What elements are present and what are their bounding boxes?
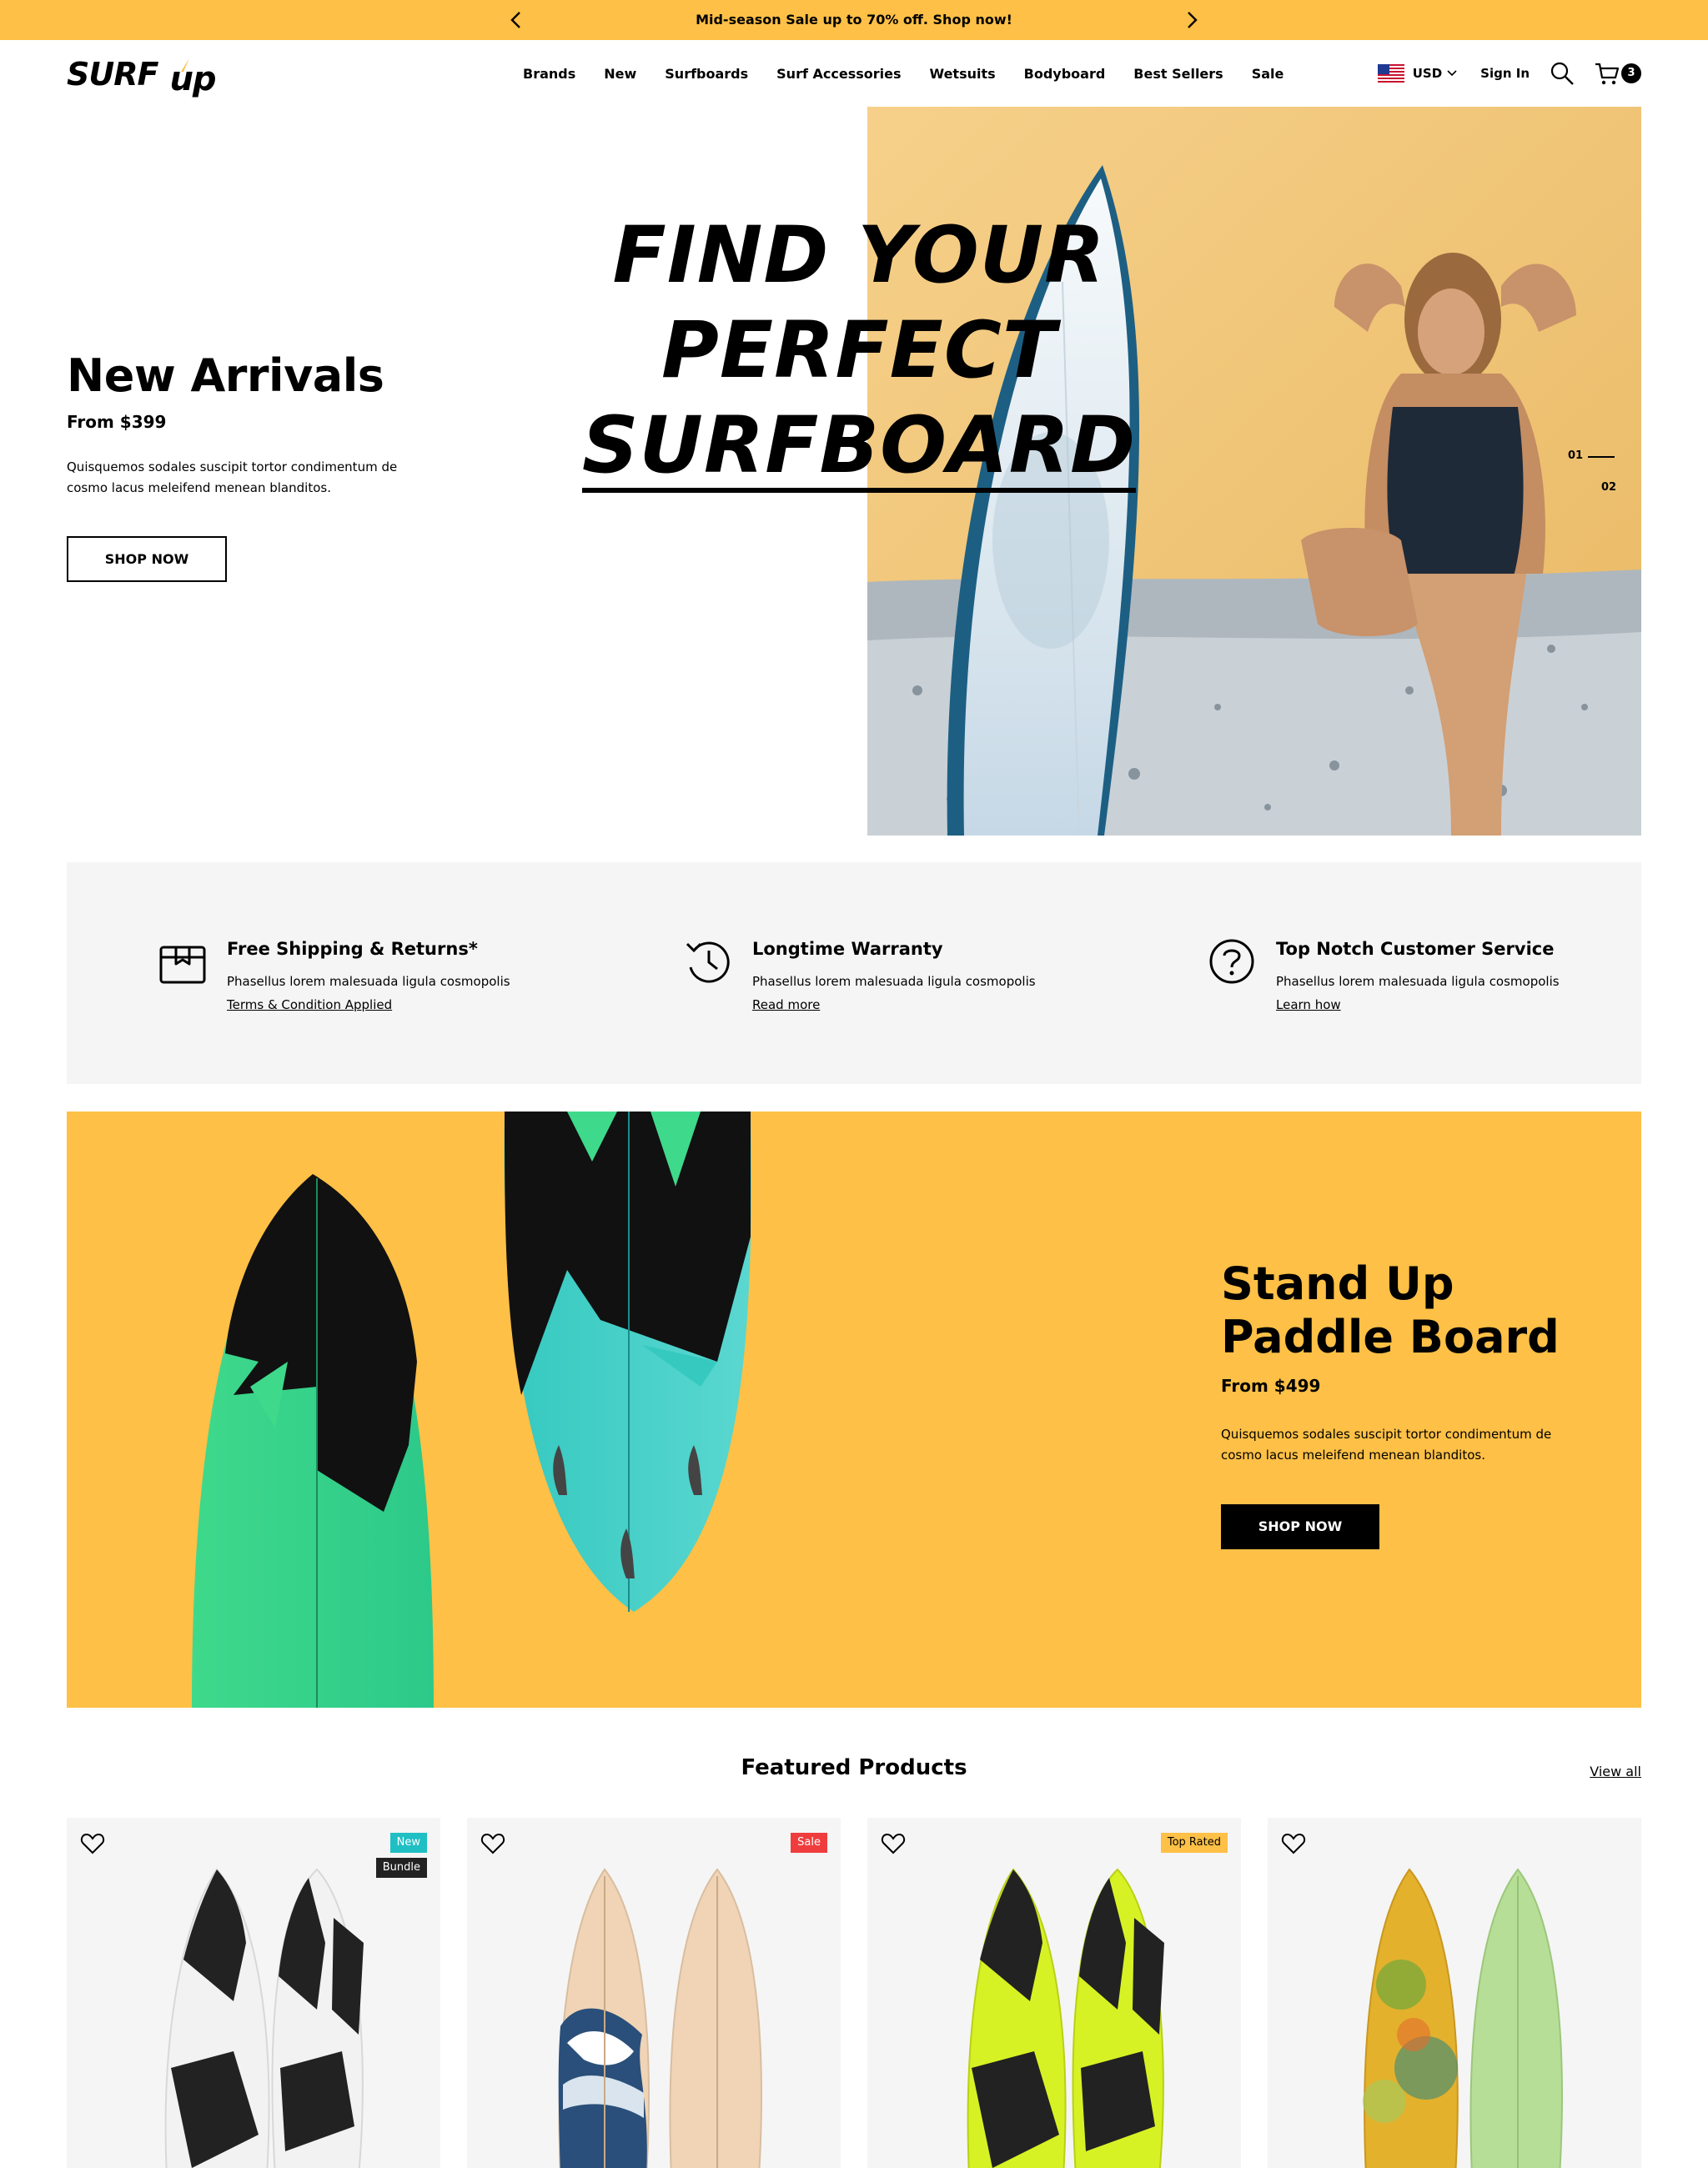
cart-count-badge: 3	[1621, 63, 1641, 83]
feature-description: Phasellus lorem malesuada ligula cosmopo…	[1276, 974, 1560, 989]
feature-title: Longtime Warranty	[752, 939, 943, 959]
product-image	[967, 1868, 1164, 2168]
wishlist-heart-icon[interactable]	[1281, 1831, 1306, 1856]
features-strip: Free Shipping & Returns* Phasellus lorem…	[67, 862, 1641, 1084]
hero-description: Quisquemos sodales suscipit tortor condi…	[67, 459, 398, 495]
search-icon[interactable]	[1550, 61, 1575, 86]
announcement-text[interactable]: Mid-season Sale up to 70% off. Shop now!	[0, 0, 1708, 40]
hero-heading: New Arrivals	[67, 349, 384, 402]
nav-sale[interactable]: Sale	[1252, 66, 1284, 82]
logo[interactable]: SURF up	[67, 53, 217, 98]
product-card[interactable]: Sale	[467, 1818, 841, 2168]
product-card[interactable]: New Bundle	[67, 1818, 440, 2168]
wishlist-heart-icon[interactable]	[881, 1831, 906, 1856]
nav-new[interactable]: New	[604, 66, 636, 82]
slide-2-button[interactable]: 02	[1601, 481, 1616, 494]
product-image	[1363, 1868, 1563, 2168]
promo-price: From $499	[1221, 1376, 1321, 1396]
header-actions: USD Sign In 3	[1377, 40, 1641, 107]
nav-surf-accessories[interactable]: Surf Accessories	[776, 66, 901, 82]
hero-content: New Arrivals From $399 Quisquemos sodale…	[67, 350, 434, 582]
wishlist-heart-icon[interactable]	[80, 1831, 105, 1856]
logo-spark-icon	[181, 58, 189, 72]
logo-main: SURF	[67, 56, 158, 93]
feature-title: Top Notch Customer Service	[1276, 939, 1555, 959]
promo-heading: Stand Up Paddle Board	[1221, 1257, 1588, 1364]
us-flag-icon	[1377, 64, 1404, 83]
promo-heading-line-1: Stand Up	[1221, 1257, 1454, 1310]
feature-title: Free Shipping & Returns*	[227, 939, 478, 959]
featured-products-title: Featured Products	[741, 1755, 967, 1780]
feature-description: Phasellus lorem malesuada ligula cosmopo…	[752, 974, 1036, 989]
hero-price: From $399	[67, 412, 167, 432]
currency-selector[interactable]: USD	[1413, 66, 1457, 81]
product-image	[558, 1868, 762, 2168]
slide-indicator-line	[1588, 456, 1615, 458]
currency-label: USD	[1412, 66, 1443, 81]
product-badge-sale: Sale	[791, 1833, 827, 1853]
nav-bodyboard[interactable]: Bodyboard	[1024, 66, 1106, 82]
wishlist-heart-icon[interactable]	[480, 1831, 505, 1856]
promo-content: Stand Up Paddle Board From $499 Quisquem…	[1221, 1257, 1588, 1549]
feature-link[interactable]: Read more	[752, 997, 820, 1012]
promo-shop-now-button[interactable]: SHOP NOW	[1221, 1504, 1379, 1549]
box-icon	[159, 946, 206, 984]
feature-link[interactable]: Terms & Condition Applied	[227, 997, 392, 1012]
feature-link[interactable]: Learn how	[1276, 997, 1341, 1012]
nav-wetsuits[interactable]: Wetsuits	[929, 66, 995, 82]
cart-icon	[1595, 63, 1620, 85]
main-nav: Brands New Surfboards Surf Accessories W…	[523, 40, 1312, 107]
promo-description: Quisquemos sodales suscipit tortor condi…	[1221, 1427, 1552, 1463]
nav-brands[interactable]: Brands	[523, 66, 575, 82]
slider-pagination: 01 02	[1568, 446, 1635, 496]
promo-banner: Stand Up Paddle Board From $499 Quisquem…	[67, 1112, 1641, 1708]
hero-title-line-3: SURFBOARD	[581, 400, 1137, 493]
hero-title-line-2: PERFECT	[661, 305, 1057, 396]
nav-best-sellers[interactable]: Best Sellers	[1133, 66, 1223, 82]
product-badge-new: New	[389, 1833, 427, 1853]
product-card[interactable]: Top Rated	[867, 1818, 1241, 2168]
promo-heading-line-2: Paddle Board	[1221, 1311, 1560, 1363]
view-all-link[interactable]: View all	[1590, 1764, 1641, 1779]
product-badge-top-rated: Top Rated	[1160, 1833, 1228, 1853]
hero-title: FIND YOUR PERFECT SURFBOARD	[534, 208, 1184, 494]
product-badge-bundle: Bundle	[375, 1858, 427, 1878]
question-icon	[1209, 939, 1254, 984]
slide-1-button[interactable]: 01	[1568, 449, 1583, 462]
cart-button[interactable]: 3	[1595, 61, 1641, 86]
hero-title-line-1: FIND YOUR	[612, 210, 1106, 301]
nav-surfboards[interactable]: Surfboards	[665, 66, 748, 82]
sign-in-link[interactable]: Sign In	[1480, 66, 1530, 81]
site-header: SURF up Brands New Surfboards Surf Access…	[0, 40, 1708, 107]
announcement-bar: Mid-season Sale up to 70% off. Shop now!	[0, 0, 1708, 40]
product-card[interactable]	[1268, 1818, 1641, 2168]
chevron-right-icon[interactable]	[1180, 9, 1202, 31]
chevron-down-icon	[1447, 70, 1457, 77]
hero-shop-now-button[interactable]: SHOP NOW	[67, 536, 227, 582]
promo-surfboards-image	[192, 1112, 751, 1708]
feature-description: Phasellus lorem malesuada ligula cosmopo…	[227, 974, 510, 989]
history-icon	[686, 941, 730, 983]
